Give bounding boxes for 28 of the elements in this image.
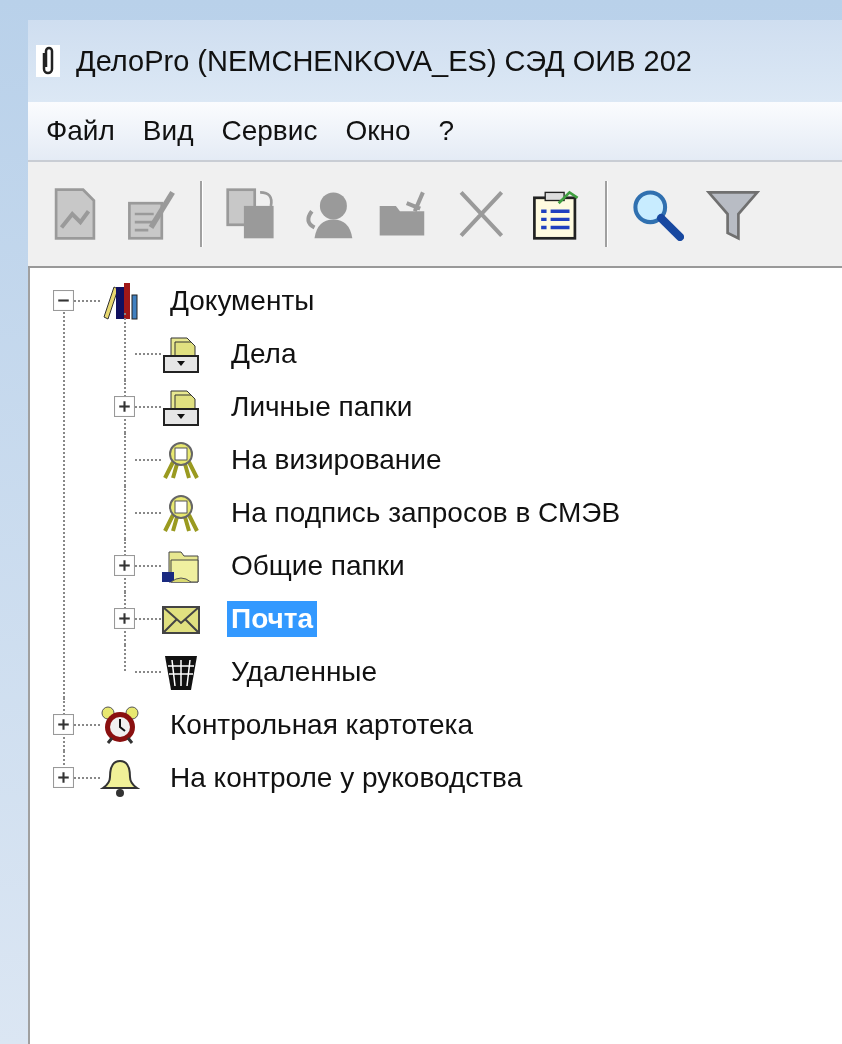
books-icon: [100, 280, 140, 321]
window-title: ДелоPro (NEMCHENKOVA_ES) СЭД ОИВ 202: [76, 44, 692, 78]
tree-item[interactable]: Документы: [166, 282, 319, 319]
tree-item[interactable]: На визирование: [227, 441, 446, 478]
expand-button[interactable]: [52, 767, 74, 788]
search-icon[interactable]: [630, 187, 684, 241]
expand-button[interactable]: [113, 396, 135, 417]
tree-item[interactable]: Дела: [227, 335, 301, 372]
tree-item[interactable]: Личные папки: [227, 388, 417, 425]
menu-item[interactable]: ?: [430, 115, 475, 147]
menu-item[interactable]: Окно: [337, 115, 431, 147]
menu-item[interactable]: Файл: [38, 115, 135, 147]
tree-item[interactable]: Удаленные: [227, 653, 382, 690]
tree-item[interactable]: На контроле у руководства: [166, 759, 527, 796]
expand-button[interactable]: [52, 714, 74, 735]
expand-button[interactable]: [113, 608, 135, 629]
tree-item[interactable]: Контрольная картотека: [166, 706, 477, 743]
award-ribbon-icon: [161, 439, 201, 480]
menu-item[interactable]: Вид: [134, 115, 214, 147]
collapse-button[interactable]: [52, 290, 74, 311]
alarm-clock-icon: [100, 704, 140, 745]
award-ribbon-icon: [161, 492, 201, 533]
bell-icon: [100, 757, 140, 798]
tree-item[interactable]: Общие папки: [227, 547, 409, 584]
tree-item[interactable]: На подпись запросов в СМЭВ: [227, 494, 625, 531]
paperclip-icon: [36, 45, 60, 77]
menu-item[interactable]: Сервис: [213, 115, 338, 147]
expand-button[interactable]: [113, 555, 135, 576]
